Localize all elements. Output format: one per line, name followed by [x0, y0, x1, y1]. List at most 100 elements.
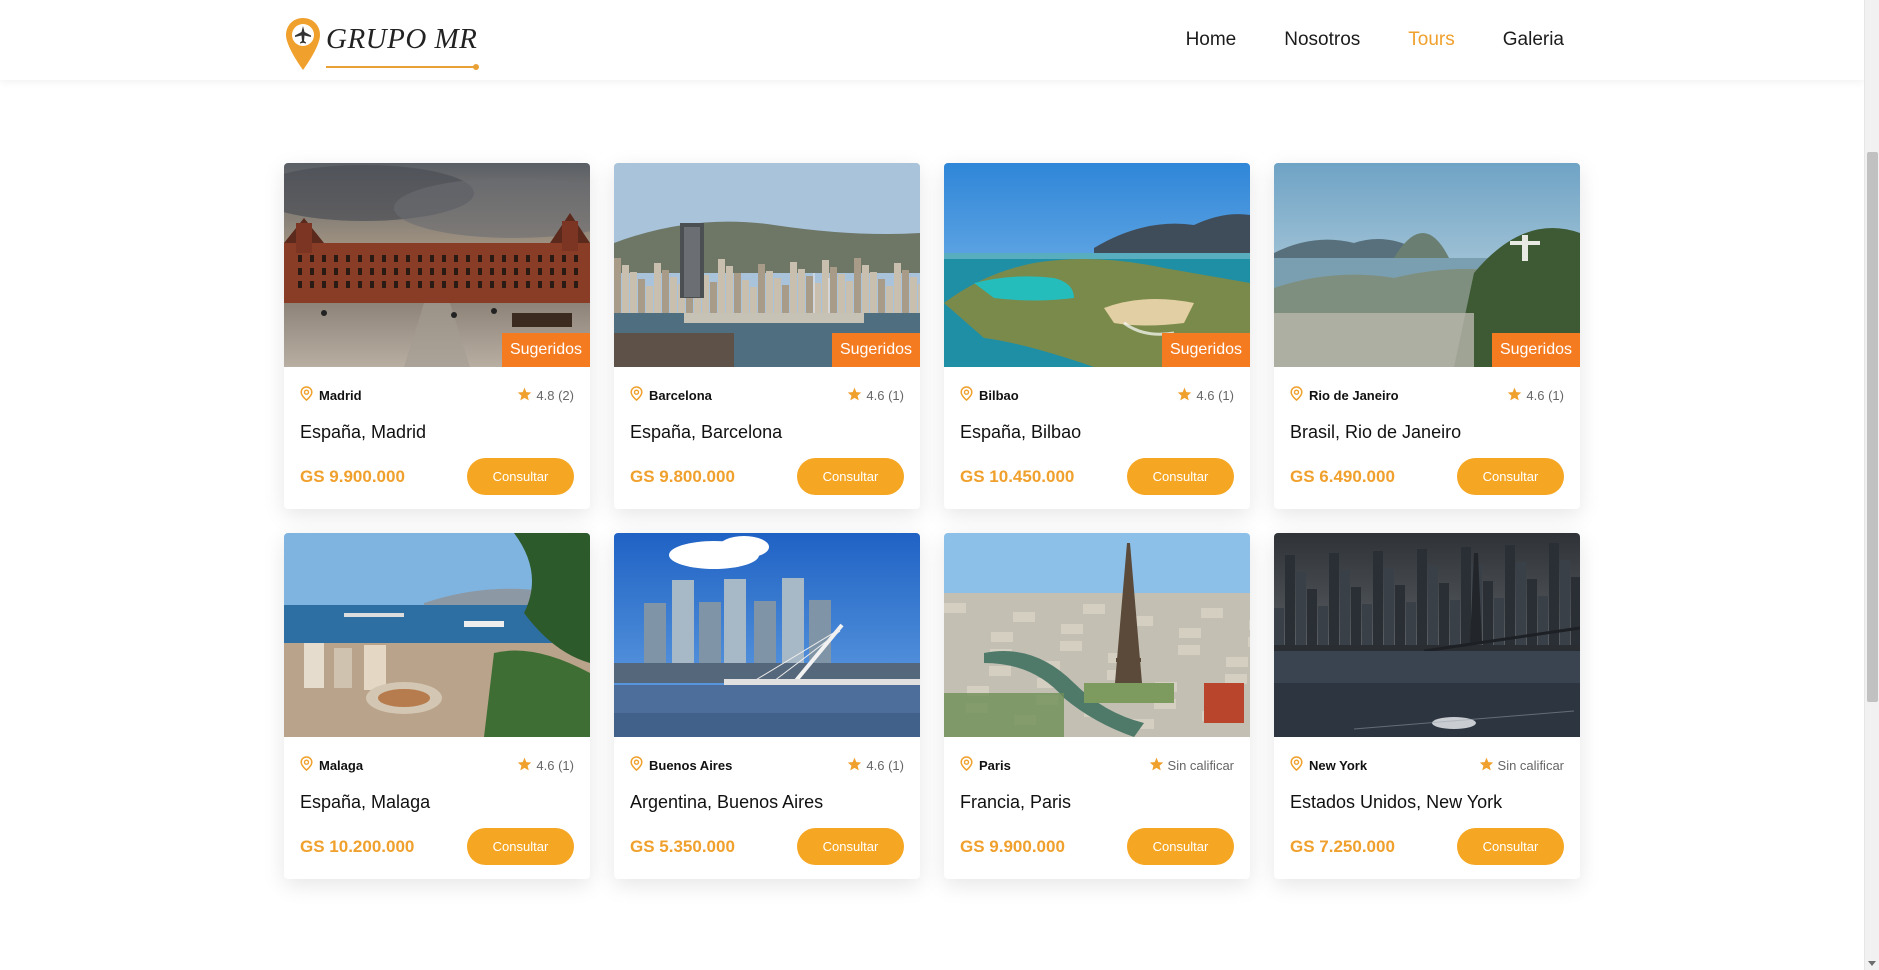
tour-price-row: GS 9.800.000 Consultar — [630, 458, 904, 495]
brand-logo[interactable]: GRUPO MR — [284, 16, 480, 72]
tour-title[interactable]: España, Bilbao — [960, 422, 1234, 443]
tours-grid: Sugeridos Madrid 4.8 (2) España, Madrid … — [284, 163, 1580, 879]
consultar-button[interactable]: Consultar — [1127, 828, 1234, 865]
tour-city: New York — [1309, 757, 1368, 773]
tour-image[interactable]: Sugeridos — [944, 163, 1250, 367]
rating-value: 4.6 (1) — [866, 387, 904, 403]
tour-card-madrid[interactable]: Sugeridos Madrid 4.8 (2) España, Madrid … — [284, 163, 590, 509]
consultar-button[interactable]: Consultar — [467, 458, 574, 495]
brand-underline — [326, 64, 480, 70]
rating-value: Sin calificar — [1497, 757, 1564, 773]
nav-item-galeria[interactable]: Galeria — [1503, 29, 1564, 51]
consultar-button[interactable]: Consultar — [1457, 828, 1564, 865]
tour-price-row: GS 9.900.000 Consultar — [300, 458, 574, 495]
page-scrollbar[interactable] — [1864, 0, 1879, 970]
tour-card-barcelona[interactable]: Sugeridos Barcelona 4.6 (1) España, Barc… — [614, 163, 920, 509]
tour-title[interactable]: Brasil, Rio de Janeiro — [1290, 422, 1564, 443]
tour-title[interactable]: España, Madrid — [300, 422, 574, 443]
star-icon — [847, 757, 866, 774]
tour-image[interactable] — [284, 533, 590, 737]
suggested-badge: Sugeridos — [831, 333, 920, 367]
nav-item-tours[interactable]: Tours — [1408, 29, 1454, 51]
tour-price-row: GS 10.450.000 Consultar — [960, 458, 1234, 495]
tour-card-buenos-aires[interactable]: Buenos Aires 4.6 (1) Argentina, Buenos A… — [614, 533, 920, 879]
tour-price: GS 7.250.000 — [1290, 836, 1395, 856]
tour-rating: 4.6 (1) — [847, 387, 904, 404]
tour-city: Paris — [979, 757, 1011, 773]
tour-rating: 4.6 (1) — [847, 757, 904, 774]
suggested-badge: Sugeridos — [1161, 333, 1250, 367]
tour-image[interactable] — [614, 533, 920, 737]
tour-title[interactable]: España, Malaga — [300, 792, 574, 813]
tour-title[interactable]: España, Barcelona — [630, 422, 904, 443]
tour-title[interactable]: Argentina, Buenos Aires — [630, 792, 904, 813]
scroll-down-arrow-icon[interactable] — [1868, 961, 1876, 966]
tour-image[interactable]: Sugeridos — [1274, 163, 1580, 367]
tour-price: GS 9.900.000 — [960, 836, 1065, 856]
scrollbar-thumb[interactable] — [1867, 152, 1878, 702]
location-pin-icon — [630, 756, 649, 774]
tour-price-row: GS 5.350.000 Consultar — [630, 828, 904, 865]
tour-card-body: New York Sin calificar Estados Unidos, N… — [1274, 737, 1580, 865]
tour-price-row: GS 7.250.000 Consultar — [1290, 828, 1564, 865]
rating-value: 4.6 (1) — [866, 757, 904, 773]
tour-price-row: GS 6.490.000 Consultar — [1290, 458, 1564, 495]
star-icon — [1149, 757, 1168, 774]
tour-rating: 4.8 (2) — [517, 387, 574, 404]
location-pin-icon — [960, 756, 979, 774]
tour-location: Malaga — [300, 756, 363, 774]
tour-rating: 4.6 (1) — [517, 757, 574, 774]
tour-city: Madrid — [319, 387, 362, 403]
consultar-button[interactable]: Consultar — [797, 828, 904, 865]
nav-item-nosotros[interactable]: Nosotros — [1284, 29, 1360, 51]
tour-image[interactable] — [1274, 533, 1580, 737]
tour-location: Buenos Aires — [630, 756, 732, 774]
tour-card-new-york[interactable]: New York Sin calificar Estados Unidos, N… — [1274, 533, 1580, 879]
star-icon — [1479, 757, 1498, 774]
consultar-button[interactable]: Consultar — [797, 458, 904, 495]
location-pin-icon — [300, 386, 319, 404]
tour-location: Bilbao — [960, 386, 1019, 404]
tour-rating: Sin calificar — [1479, 757, 1564, 774]
tour-image[interactable] — [944, 533, 1250, 737]
tour-card-bilbao[interactable]: Sugeridos Bilbao 4.6 (1) España, Bilbao … — [944, 163, 1250, 509]
tour-city: Malaga — [319, 757, 364, 773]
tour-price: GS 9.800.000 — [630, 466, 735, 486]
consultar-button[interactable]: Consultar — [467, 828, 574, 865]
tour-card-body: Rio de Janeiro 4.6 (1) Brasil, Rio de Ja… — [1274, 367, 1580, 495]
tour-city: Rio de Janeiro — [1309, 387, 1399, 403]
tour-rating: 4.6 (1) — [1177, 387, 1234, 404]
tour-price-row: GS 9.900.000 Consultar — [960, 828, 1234, 865]
consultar-button[interactable]: Consultar — [1457, 458, 1564, 495]
tour-card-body: Malaga 4.6 (1) España, Malaga GS 10.200.… — [284, 737, 590, 865]
tour-city: Barcelona — [649, 387, 712, 403]
tour-location: Madrid — [300, 386, 362, 404]
tour-meta-row: Paris Sin calificar — [960, 755, 1234, 775]
nav-item-home[interactable]: Home — [1186, 29, 1237, 51]
rating-value: 4.6 (1) — [1526, 387, 1564, 403]
tour-meta-row: Rio de Janeiro 4.6 (1) — [1290, 385, 1564, 405]
tour-city: Buenos Aires — [649, 757, 733, 773]
location-pin-icon — [1290, 386, 1309, 404]
tour-title[interactable]: Estados Unidos, New York — [1290, 792, 1564, 813]
location-pin-icon — [630, 386, 649, 404]
tour-title[interactable]: Francia, Paris — [960, 792, 1234, 813]
tour-meta-row: New York Sin calificar — [1290, 755, 1564, 775]
tour-price-row: GS 10.200.000 Consultar — [300, 828, 574, 865]
consultar-button[interactable]: Consultar — [1127, 458, 1234, 495]
star-icon — [1507, 387, 1526, 404]
tour-meta-row: Barcelona 4.6 (1) — [630, 385, 904, 405]
tour-card-rio-de-janeiro[interactable]: Sugeridos Rio de Janeiro 4.6 (1) Brasil,… — [1274, 163, 1580, 509]
tour-image[interactable]: Sugeridos — [614, 163, 920, 367]
rating-value: 4.6 (1) — [536, 757, 574, 773]
tour-meta-row: Buenos Aires 4.6 (1) — [630, 755, 904, 775]
tour-price: GS 6.490.000 — [1290, 466, 1395, 486]
tour-image[interactable]: Sugeridos — [284, 163, 590, 367]
tour-card-malaga[interactable]: Malaga 4.6 (1) España, Malaga GS 10.200.… — [284, 533, 590, 879]
tour-price: GS 10.450.000 — [960, 466, 1075, 486]
tour-price: GS 9.900.000 — [300, 466, 405, 486]
location-pin-icon — [1290, 756, 1309, 774]
tour-meta-row: Malaga 4.6 (1) — [300, 755, 574, 775]
tour-card-paris[interactable]: Paris Sin calificar Francia, Paris GS 9.… — [944, 533, 1250, 879]
tour-meta-row: Madrid 4.8 (2) — [300, 385, 574, 405]
